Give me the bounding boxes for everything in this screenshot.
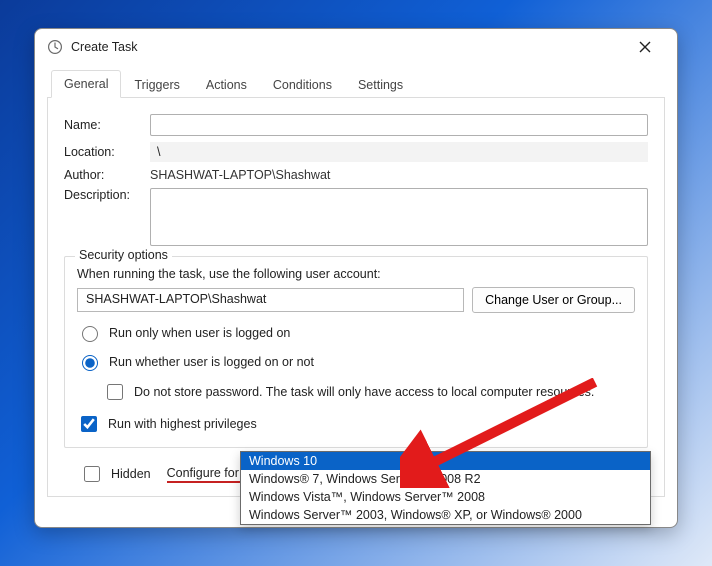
name-input[interactable] [150,114,648,136]
configure-option-0[interactable]: Windows 10 [241,452,650,470]
security-user-account: SHASHWAT-LAPTOP\Shashwat [77,288,464,312]
configure-option-2[interactable]: Windows Vista™, Windows Server™ 2008 [241,488,650,506]
check-highest-privileges-input[interactable] [81,416,97,432]
tab-general[interactable]: General [51,70,121,98]
radio-run-logged-on-input[interactable] [82,326,98,342]
label-location: Location: [64,145,150,159]
tabpage-general: Name: Location: \ Author: SHASHWAT-LAPTO… [47,98,665,497]
label-description: Description: [64,188,150,202]
security-options-legend: Security options [75,248,172,262]
check-store-password-label: Do not store password. The task will onl… [134,385,594,399]
radio-run-whether-input[interactable] [82,355,98,371]
tab-settings[interactable]: Settings [345,71,416,98]
author-value: SHASHWAT-LAPTOP\Shashwat [150,168,648,182]
radio-run-logged-on[interactable]: Run only when user is logged on [77,323,635,342]
radio-run-whether-label: Run whether user is logged on or not [109,355,314,369]
tab-triggers[interactable]: Triggers [121,71,192,98]
tab-conditions[interactable]: Conditions [260,71,345,98]
change-user-button[interactable]: Change User or Group... [472,287,635,313]
configure-option-3[interactable]: Windows Server™ 2003, Windows® XP, or Wi… [241,506,650,524]
tab-strip: General Triggers Actions Conditions Sett… [47,69,665,98]
radio-run-logged-on-label: Run only when user is logged on [109,326,290,340]
check-highest-privileges-label: Run with highest privileges [108,417,257,431]
task-scheduler-icon [47,39,63,55]
close-button[interactable] [623,33,667,61]
check-highest-privileges[interactable]: Run with highest privileges [77,413,635,435]
label-name: Name: [64,118,150,132]
check-store-password[interactable]: Do not store password. The task will onl… [103,381,635,403]
location-value: \ [150,142,648,162]
description-input[interactable] [150,188,648,246]
window-title: Create Task [71,40,137,54]
security-options-group: Security options When running the task, … [64,256,648,448]
check-hidden[interactable]: Hidden [80,463,151,485]
titlebar: Create Task [35,29,677,63]
check-hidden-input[interactable] [84,466,100,482]
check-store-password-input[interactable] [107,384,123,400]
configure-option-1[interactable]: Windows® 7, Windows Server™ 2008 R2 [241,470,650,488]
radio-run-whether[interactable]: Run whether user is logged on or not [77,352,635,371]
security-prompt: When running the task, use the following… [77,267,635,281]
configure-for-dropdown[interactable]: Windows 10 Windows® 7, Windows Server™ 2… [240,451,651,525]
label-configure-for: Configure for: [167,466,243,483]
label-author: Author: [64,168,150,182]
check-hidden-label: Hidden [111,467,151,481]
tab-actions[interactable]: Actions [193,71,260,98]
